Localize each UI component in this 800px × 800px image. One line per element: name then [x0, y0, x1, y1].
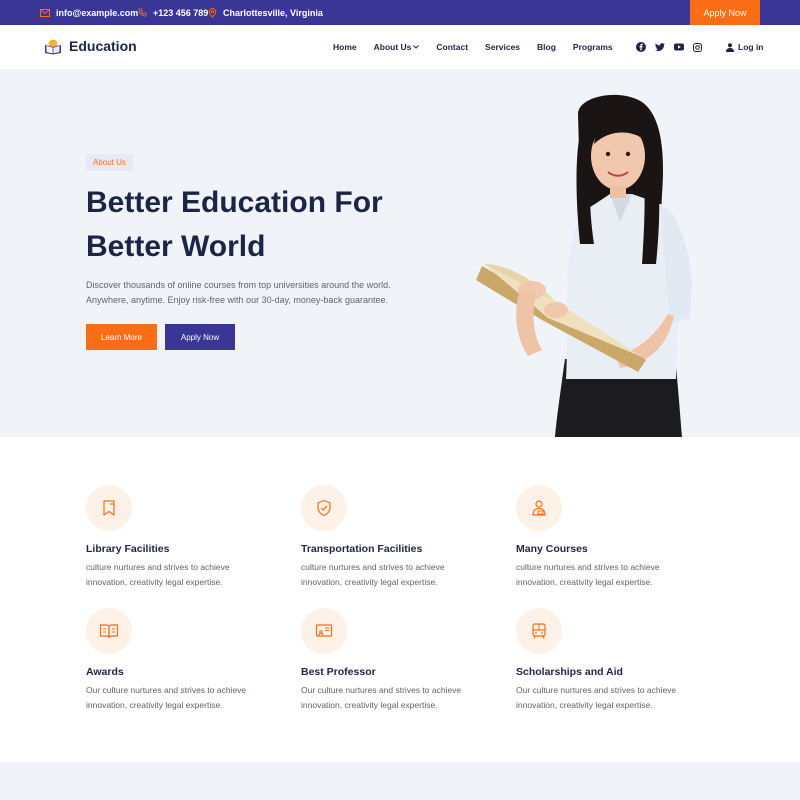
- feature-description-line-1: culture nurtures and strives to achieve: [516, 562, 660, 572]
- feature-description-line-2: innovation, creativity legal expertise.: [86, 700, 223, 710]
- hero-title-line-1: Better Education For: [86, 186, 383, 219]
- nav-menu: Home About Us Contact Services Blog Prog…: [333, 25, 630, 69]
- presentation-icon: [315, 624, 333, 637]
- location-text: Charlottesville, Virginia: [223, 7, 323, 18]
- feature-description-line-2: innovation, creativity legal expertise.: [516, 577, 653, 587]
- feature-scholarships-and-aid: Scholarships and Aid Our culture nurture…: [516, 608, 716, 713]
- nav-item-contact[interactable]: Contact: [436, 42, 468, 52]
- feature-title: Scholarships and Aid: [516, 666, 623, 678]
- bus-icon: [532, 623, 546, 639]
- feature-description-line-1: Our culture nurtures and strives to achi…: [86, 685, 247, 695]
- nav-item-about-us[interactable]: About Us: [374, 42, 420, 52]
- learn-more-button[interactable]: Learn More: [86, 324, 157, 350]
- feature-description-line-2: innovation, creativity legal expertise.: [86, 577, 223, 587]
- top-bar: info@example.com +123 456 789 Charlottes…: [0, 0, 800, 25]
- login-label: Log in: [738, 42, 764, 52]
- user-icon: [726, 42, 734, 52]
- mail-icon: [40, 8, 50, 17]
- feature-library-facilities: Library Facilities culture nurtures and …: [86, 485, 286, 590]
- logo[interactable]: Education: [44, 37, 137, 55]
- feature-icon-circle: [301, 608, 347, 654]
- location-pin-icon: [208, 7, 217, 18]
- location-contact: Charlottesville, Virginia: [208, 0, 323, 25]
- feature-transportation-facilities: Transportation Facilities culture nurtur…: [301, 485, 501, 590]
- logo-text: Education: [69, 38, 137, 54]
- feature-title: Awards: [86, 666, 124, 678]
- twitter-icon[interactable]: [655, 42, 665, 52]
- student-photo: [476, 94, 692, 437]
- youtube-icon[interactable]: [674, 43, 684, 51]
- feature-title: Many Courses: [516, 543, 588, 555]
- feature-many-courses: Many Courses culture nurtures and strive…: [516, 485, 716, 590]
- next-section-band: [0, 762, 800, 800]
- feature-title: Best Professor: [301, 666, 376, 678]
- feature-description: Our culture nurtures and strives to achi…: [86, 683, 286, 713]
- feature-awards: Awards Our culture nurtures and strives …: [86, 608, 286, 713]
- shield-check-icon: [317, 499, 331, 517]
- feature-best-professor: Best Professor Our culture nurtures and …: [301, 608, 501, 713]
- feature-description-line-1: culture nurtures and strives to achieve: [86, 562, 230, 572]
- about-us-badge: About Us: [86, 154, 133, 171]
- feature-title: Transportation Facilities: [301, 543, 423, 555]
- nav-item-services[interactable]: Services: [485, 42, 520, 52]
- open-book-icon: [99, 624, 119, 639]
- facebook-icon[interactable]: [636, 42, 646, 52]
- topbar-apply-button[interactable]: Apply Now: [690, 0, 760, 25]
- feature-icon-circle: [516, 485, 562, 531]
- email-contact[interactable]: info@example.com: [40, 0, 138, 25]
- feature-description: Our culture nurtures and strives to achi…: [301, 683, 501, 713]
- feature-description-line-1: Our culture nurtures and strives to achi…: [516, 685, 677, 695]
- feature-icon-circle: [86, 485, 132, 531]
- feature-title: Library Facilities: [86, 543, 170, 555]
- chevron-down-icon: [413, 45, 420, 49]
- feature-description: Our culture nurtures and strives to achi…: [516, 683, 716, 713]
- nav-item-about-us-label: About Us: [373, 42, 412, 52]
- hero-description: Discover thousands of online courses fro…: [86, 278, 426, 308]
- hero-title: Better Education For Better World: [86, 181, 446, 269]
- hero-title-line-2: Better World: [86, 230, 266, 263]
- instagram-icon[interactable]: [693, 42, 702, 52]
- feature-description-line-2: innovation, creativity legal expertise.: [516, 700, 653, 710]
- feature-description-line-2: innovation, creativity legal expertise.: [301, 577, 438, 587]
- hero-section: About Us Better Education For Better Wor…: [0, 69, 800, 437]
- phone-icon: [138, 8, 147, 17]
- phone-text: +123 456 789: [153, 7, 209, 18]
- feature-icon-circle: [86, 608, 132, 654]
- feature-description-line-2: innovation, creativity legal expertise.: [301, 700, 438, 710]
- social-links: [636, 25, 711, 69]
- nav-item-home[interactable]: Home: [333, 42, 357, 52]
- feature-description: culture nurtures and strives to achieve …: [516, 560, 716, 590]
- feature-description: culture nurtures and strives to achieve …: [86, 560, 286, 590]
- feature-description-line-1: Our culture nurtures and strives to achi…: [301, 685, 462, 695]
- feature-icon-circle: [516, 608, 562, 654]
- feature-description-line-1: culture nurtures and strives to achieve: [301, 562, 445, 572]
- nav-item-blog[interactable]: Blog: [537, 42, 556, 52]
- logo-book-icon: [45, 39, 61, 55]
- student-icon: [532, 500, 546, 516]
- hero-description-line-2: Anywhere, anytime. Enjoy risk-free with …: [86, 295, 388, 305]
- feature-description: culture nurtures and strives to achieve …: [301, 560, 501, 590]
- features-section: Library Facilities culture nurtures and …: [0, 437, 800, 762]
- bookmark-icon: [103, 500, 115, 516]
- email-text: info@example.com: [56, 7, 139, 18]
- phone-contact[interactable]: +123 456 789: [138, 0, 208, 25]
- nav-item-programs[interactable]: Programs: [573, 42, 613, 52]
- main-nav: Education Home About Us Contact Services…: [0, 25, 800, 69]
- hero-description-line-1: Discover thousands of online courses fro…: [86, 280, 391, 290]
- login-link[interactable]: Log in: [726, 25, 764, 69]
- feature-icon-circle: [301, 485, 347, 531]
- apply-now-button[interactable]: Apply Now: [165, 324, 235, 350]
